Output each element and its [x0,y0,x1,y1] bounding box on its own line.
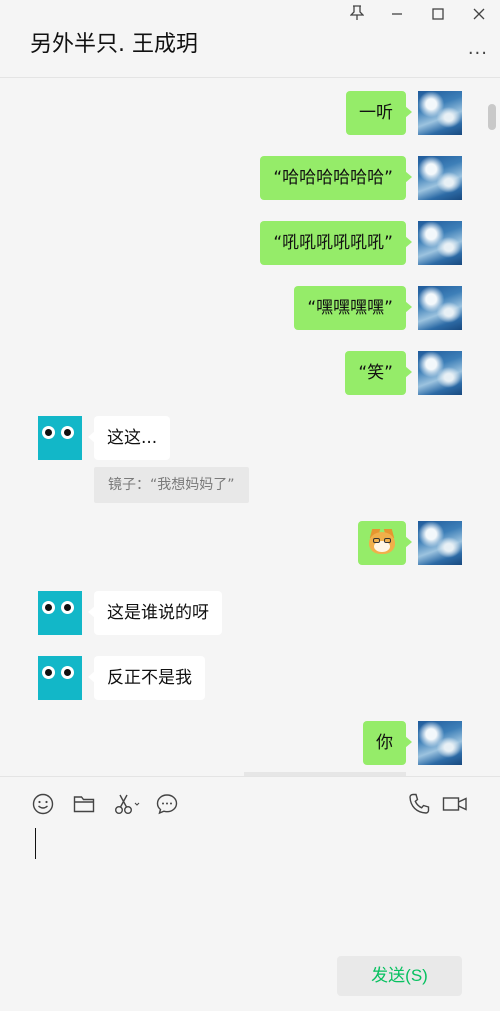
message-row: “嘿嘿嘿嘿” [0,286,500,332]
sent-message-bubble[interactable]: 一听 [346,91,412,135]
sent-message-bubble[interactable]: “吼吼吼吼吼吼” [260,221,412,265]
more-icon[interactable]: ... [468,38,488,59]
my-avatar[interactable] [418,351,462,395]
chat-window: 另外半只. 王成玥 ... 一听 “哈哈哈哈哈哈” “吼吼吼吼吼吼” “嘿嘿嘿嘿… [0,0,500,1011]
eye-icon [42,666,55,679]
message-row: 你 [0,721,500,767]
sent-message-bubble[interactable]: 你 [363,721,412,765]
quoted-message[interactable]: 镜子：“我想妈妈了” [94,467,249,503]
close-icon[interactable] [466,4,492,28]
received-message-bubble[interactable]: 这这... [87,416,171,460]
toolbar-divider [0,776,500,777]
phone-icon[interactable] [407,792,431,816]
received-message-bubble[interactable]: 反正不是我 [88,656,205,700]
pin-icon[interactable] [344,4,370,28]
contact-avatar[interactable] [38,656,82,700]
chat-header: 另外半只. 王成玥 ... [0,0,500,78]
sent-message-bubble[interactable]: “笑” [345,351,412,395]
message-row: 这这... [0,416,500,462]
sent-message-bubble[interactable]: “哈哈哈哈哈哈” [260,156,412,200]
my-avatar[interactable] [418,721,462,765]
message-row: 反正不是我 [0,656,500,702]
message-row: “笑” [0,351,500,397]
contact-avatar[interactable] [38,591,82,635]
sent-message-bubble[interactable]: “嘿嘿嘿嘿” [294,286,412,330]
message-input[interactable] [20,820,480,940]
folder-icon[interactable] [72,792,96,816]
message-row: “吼吼吼吼吼吼” [0,221,500,267]
doge-emoji-icon [369,528,395,555]
chat-bubble-icon[interactable] [155,792,179,816]
contact-avatar[interactable] [38,416,82,460]
message-row [0,521,500,567]
eye-icon [61,601,74,614]
eye-icon [42,601,55,614]
my-avatar[interactable] [418,91,462,135]
video-call-icon[interactable] [442,792,468,816]
my-avatar[interactable] [418,156,462,200]
text-caret [35,828,36,859]
chat-title: 另外半只. 王成玥 [30,32,198,57]
minimize-icon[interactable] [384,4,410,28]
eye-icon [42,426,55,439]
my-avatar[interactable] [418,221,462,265]
eye-icon [61,426,74,439]
message-row: “哈哈哈哈哈哈” [0,156,500,202]
message-row: 这是谁说的呀 [0,591,500,637]
message-list[interactable]: 一听 “哈哈哈哈哈哈” “吼吼吼吼吼吼” “嘿嘿嘿嘿” “笑” 这这... 镜子… [0,78,500,776]
sent-emoji-bubble[interactable] [358,521,412,565]
maximize-icon[interactable] [425,4,451,28]
my-avatar[interactable] [418,521,462,565]
scissors-icon[interactable] [113,792,141,816]
received-message-bubble[interactable]: 这是谁说的呀 [88,591,222,635]
message-row: 一听 [0,91,500,137]
eye-icon [61,666,74,679]
emoji-icon[interactable] [31,792,55,816]
send-button[interactable]: 发送(S) [337,956,462,996]
my-avatar[interactable] [418,286,462,330]
